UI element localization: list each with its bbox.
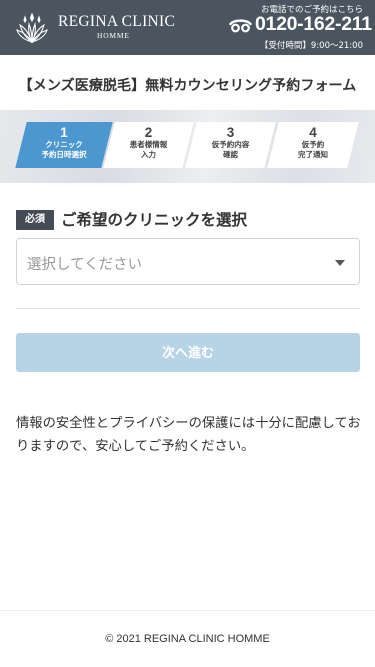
step-label-line2: 予約日時選択 [41,150,87,159]
step-4: 4 仮予約 完了通知 [267,122,359,168]
step-progress: 1 クリニック 予約日時選択 2 患者様情報 入力 3 仮予約内容 確認 4 仮… [0,110,375,183]
step-number: 3 [226,125,235,140]
clinic-select-heading: ご希望のクリニックを選択 [61,211,248,229]
brand-subtitle: HOMME [97,31,130,40]
step-label-line2: 確認 [223,150,238,159]
free-dial-icon [229,19,252,33]
crown-leaf-logo-icon[interactable] [16,10,48,44]
page-title: 【メンズ医療脱毛】無料カウンセリング予約フォーム [18,78,357,94]
site-header: REGINA CLINIC HOMME お電話でのご予約はこちら 0120-16… [0,0,375,55]
step-label-line2: 入力 [141,150,156,159]
chevron-down-icon [335,260,345,266]
step-number: 4 [309,125,317,140]
step-label-line1: クリニック [45,140,83,149]
privacy-notice: 情報の安全性とプライバシーの保護には十分に配慮しておりますので、安心してご予約く… [16,416,361,454]
step-number: 2 [144,125,153,140]
step-label-line1: 患者様情報 [129,140,168,149]
tel-number-link[interactable]: 0120-162-211 [255,13,372,36]
step-1: 1 クリニック 予約日時選択 [15,122,113,168]
step-2: 2 患者様情報 入力 [103,122,194,168]
step-label-line1: 仮予約内容 [211,140,250,149]
clinic-select[interactable]: 選択してください [16,238,360,285]
step-3: 3 仮予約内容 確認 [185,122,276,168]
required-badge: 必須 [16,210,54,230]
tel-hours: 【受付時間】9:00〜21:00 [259,41,363,51]
divider [16,308,360,309]
step-label-line1: 仮予約 [301,140,325,149]
step-number: 1 [60,125,68,140]
copyright: © 2021 REGINA CLINIC HOMME [105,633,270,645]
footer-divider [0,610,375,611]
next-button[interactable]: 次へ進む [16,333,360,372]
step-label-line2: 完了通知 [298,150,328,159]
clinic-select-placeholder: 選択してください [27,257,143,273]
brand-name[interactable]: REGINA CLINIC [58,13,175,31]
